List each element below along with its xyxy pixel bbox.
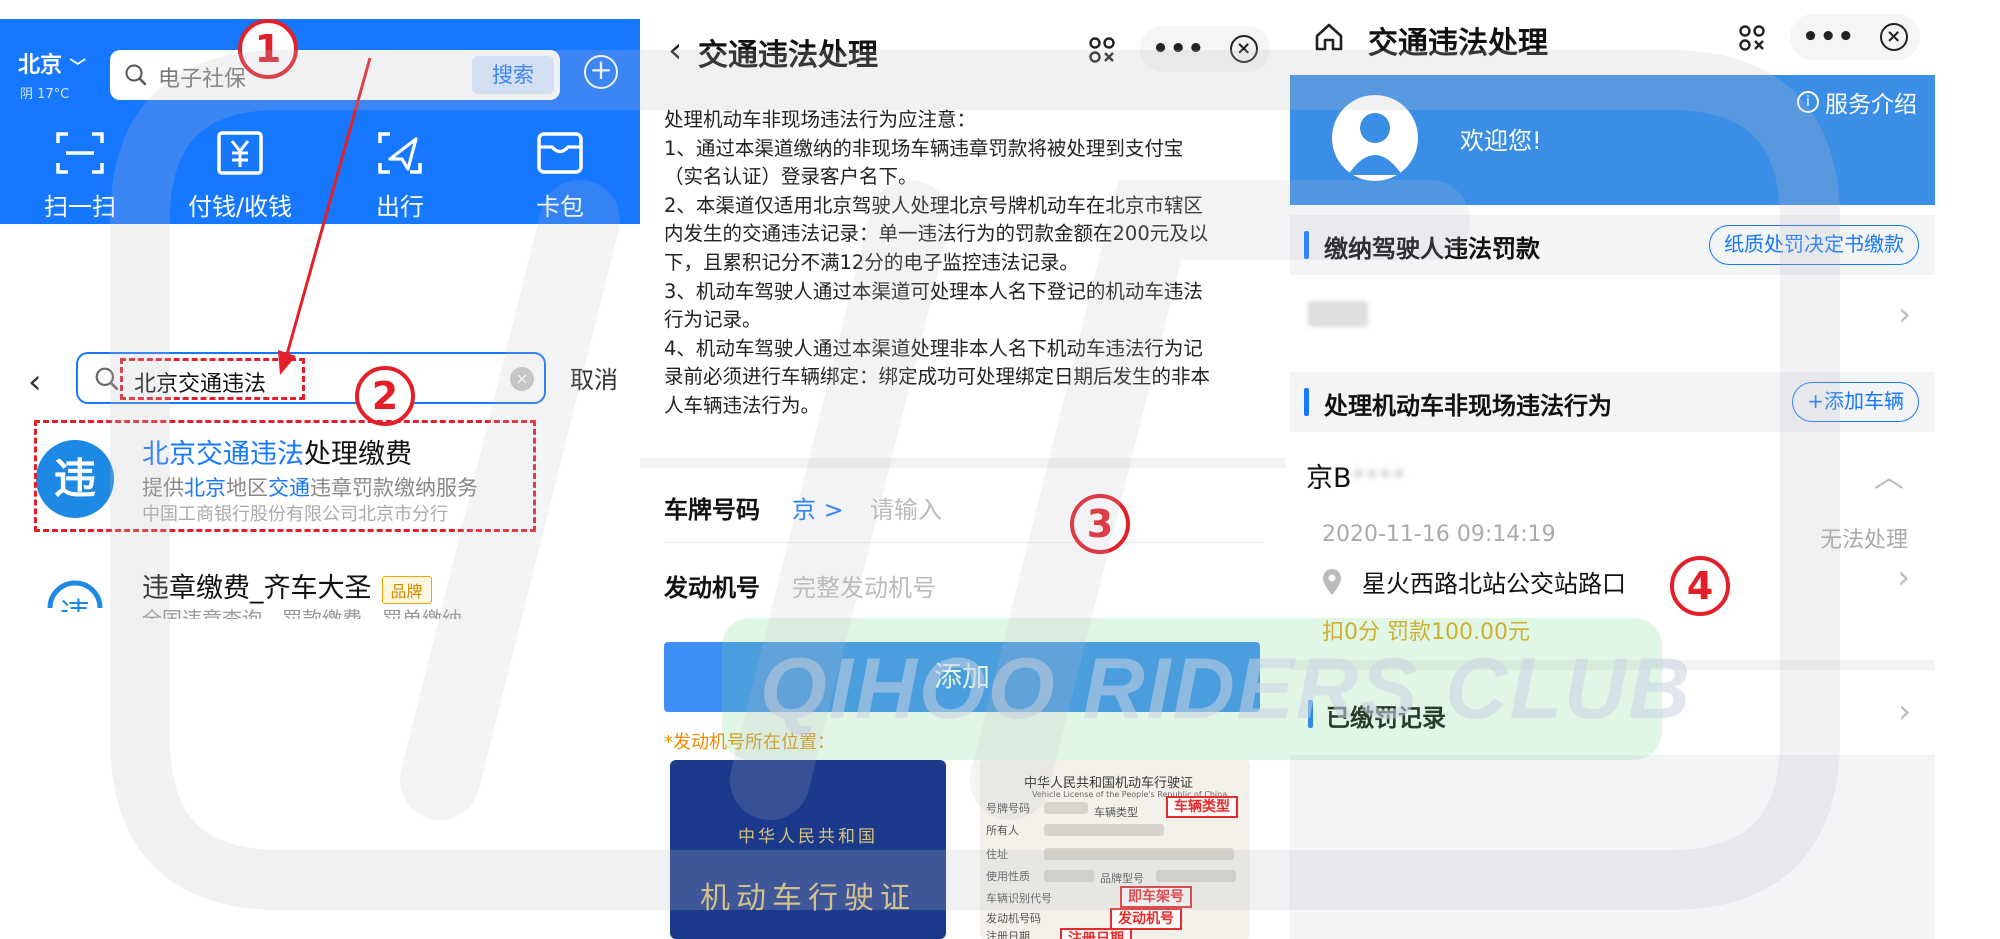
license-header: 中华人民共和国机动车行驶证 xyxy=(1024,776,1194,791)
panel-violation-records: 交通违法处理 ••• × 欢迎您! i 服务介绍 缴纳驾驶人违法罚款 纸质处罚决… xyxy=(1290,0,1940,939)
back-arrow-icon[interactable]: ‹ xyxy=(28,362,42,402)
violation-record-row[interactable]: 星火西路北站公交站路口 › xyxy=(1320,558,1920,599)
welcome-text: 欢迎您! xyxy=(1460,127,1542,155)
license-book-image: 中华人民共和国 机动车行驶证 xyxy=(670,760,946,939)
paid-records-row[interactable]: 已缴罚记录 › xyxy=(1290,682,1935,748)
engine-number-input[interactable]: 完整发动机号 xyxy=(792,568,936,603)
info-icon: i xyxy=(1797,91,1819,113)
city-label: 北京 xyxy=(18,53,63,78)
annotation-step-3: 3 xyxy=(1070,494,1130,554)
avatar xyxy=(1332,95,1418,181)
page-title: 交通违法处理 xyxy=(1368,26,1548,61)
paid-records-label: 已缴罚记录 xyxy=(1326,704,1446,732)
add-vehicle-button[interactable]: +添加车辆 xyxy=(1792,382,1919,422)
plate-prefix-selector[interactable]: 京 > xyxy=(792,490,844,525)
annotation-step-4: 4 xyxy=(1670,556,1730,616)
vehicle-plate[interactable]: 京B**** xyxy=(1306,456,1406,495)
section-vehicle-violation: 处理机动车非现场违法行为 +添加车辆 xyxy=(1290,372,1935,432)
section-label: 缴纳驾驶人违法罚款 xyxy=(1324,235,1540,263)
plate-label: 车牌号码 xyxy=(664,496,760,524)
quick-action-card-wallet[interactable]: 卡包 xyxy=(490,129,630,222)
chevron-up-icon[interactable]: ︿ xyxy=(1874,452,1904,496)
scan-icon xyxy=(56,132,104,174)
service-intro-link[interactable]: i 服务介绍 xyxy=(1797,85,1917,119)
penalty-text: 扣0分 罚款100.00元 xyxy=(1322,620,1530,645)
engine-label: 发动机号 xyxy=(664,574,760,602)
back-arrow-icon[interactable]: ‹ xyxy=(668,30,682,71)
add-vehicle-button[interactable]: 添加 xyxy=(664,642,1260,712)
home-icon[interactable] xyxy=(1312,20,1346,54)
close-icon[interactable]: × xyxy=(1229,35,1258,63)
qichedasheng-app-icon: 违 xyxy=(40,578,110,612)
quick-action-scan[interactable]: 扫一扫 xyxy=(10,129,150,222)
paper-decision-pay-button[interactable]: 纸质处罚决定书缴款 xyxy=(1709,225,1919,265)
record-time: 2020-11-16 09:14:19 xyxy=(1322,522,1556,547)
page-title: 交通违法处理 xyxy=(698,38,878,73)
more-icon[interactable]: ••• xyxy=(1152,34,1205,64)
panel-violation-bind: ‹ 交通违法处理 ••• × 处理机动车非现场违法行为应注意： 1、通过本渠道缴… xyxy=(640,0,1285,939)
chevron-right-icon: › xyxy=(1898,295,1911,333)
close-icon[interactable]: × xyxy=(1879,23,1908,51)
card-wallet-icon xyxy=(537,132,583,174)
search-icon xyxy=(125,64,147,86)
divider xyxy=(1290,660,1935,670)
clear-icon[interactable]: × xyxy=(510,367,534,391)
city-selector[interactable]: 北京 ﹀ xyxy=(18,47,86,79)
weather-label: 阴 17°C xyxy=(20,87,70,102)
svg-text:违: 违 xyxy=(60,597,90,612)
notice-text: 处理机动车非现场违法行为应注意： 1、通过本渠道缴纳的非现场车辆违章罚款将被处理… xyxy=(664,108,1211,417)
pay-icon xyxy=(217,131,263,175)
cancel-button[interactable]: 取消 xyxy=(570,360,618,395)
location-pin-icon xyxy=(1323,568,1341,595)
mini-program-icon[interactable] xyxy=(1088,36,1116,64)
empty-area xyxy=(1290,755,1935,939)
panel-alipay-home: 北京 ﹀ 阴 17°C 电子社保 搜索 + 扫一扫 付钱/收钱 出行 卡包 ‹ … xyxy=(0,0,640,939)
mini-program-icon[interactable] xyxy=(1738,24,1766,52)
result-title[interactable]: 违章缴费_齐车大圣 品牌 xyxy=(142,566,432,605)
quick-action-label: 卡包 xyxy=(536,193,584,221)
search-button[interactable]: 搜索 xyxy=(472,56,554,94)
annotation-step-2: 2 xyxy=(355,366,415,426)
section-driver-fine: 缴纳驾驶人违法罚款 纸质处罚决定书缴款 xyxy=(1290,215,1935,275)
annotation-arrow xyxy=(278,57,372,375)
annotation-highlight-result xyxy=(34,420,536,532)
travel-icon xyxy=(378,132,422,174)
capsule-menu: ••• × xyxy=(1790,14,1920,60)
section-label: 处理机动车非现场违法行为 xyxy=(1324,392,1612,420)
book-title-large: 机动车行驶证 xyxy=(700,881,916,916)
plus-icon[interactable]: + xyxy=(584,55,618,89)
violation-location: 星火西路北站公交站路口 xyxy=(1362,570,1626,598)
capsule-menu: ••• × xyxy=(1140,26,1270,72)
chevron-down-icon: ﹀ xyxy=(69,57,86,76)
user-banner: 欢迎您! i 服务介绍 xyxy=(1290,75,1935,205)
plate-input[interactable]: 请输入 xyxy=(870,490,942,525)
record-status: 无法处理 xyxy=(1819,528,1908,553)
annotation-highlight-query xyxy=(120,358,305,400)
book-title-small: 中华人民共和国 xyxy=(738,827,878,847)
divider xyxy=(640,458,1285,468)
more-icon[interactable]: ••• xyxy=(1802,22,1855,52)
driver-row[interactable]: ** › xyxy=(1290,275,1935,361)
chevron-right-icon: › xyxy=(1897,558,1910,596)
license-page-image: 中华人民共和国机动车行驶证 Vehicle License of the Peo… xyxy=(980,760,1250,939)
chevron-right-icon: › xyxy=(1898,692,1911,730)
quick-action-label: 扫一扫 xyxy=(44,193,116,221)
search-icon xyxy=(95,367,119,391)
search-placeholder: 电子社保 xyxy=(158,67,247,92)
engine-location-note: *发动机号所在位置： xyxy=(664,732,835,753)
divider xyxy=(664,542,1264,543)
result-description: 全国违章查询，罚款缴费，罚单缴纳 xyxy=(142,607,462,619)
brand-badge: 品牌 xyxy=(381,575,432,604)
